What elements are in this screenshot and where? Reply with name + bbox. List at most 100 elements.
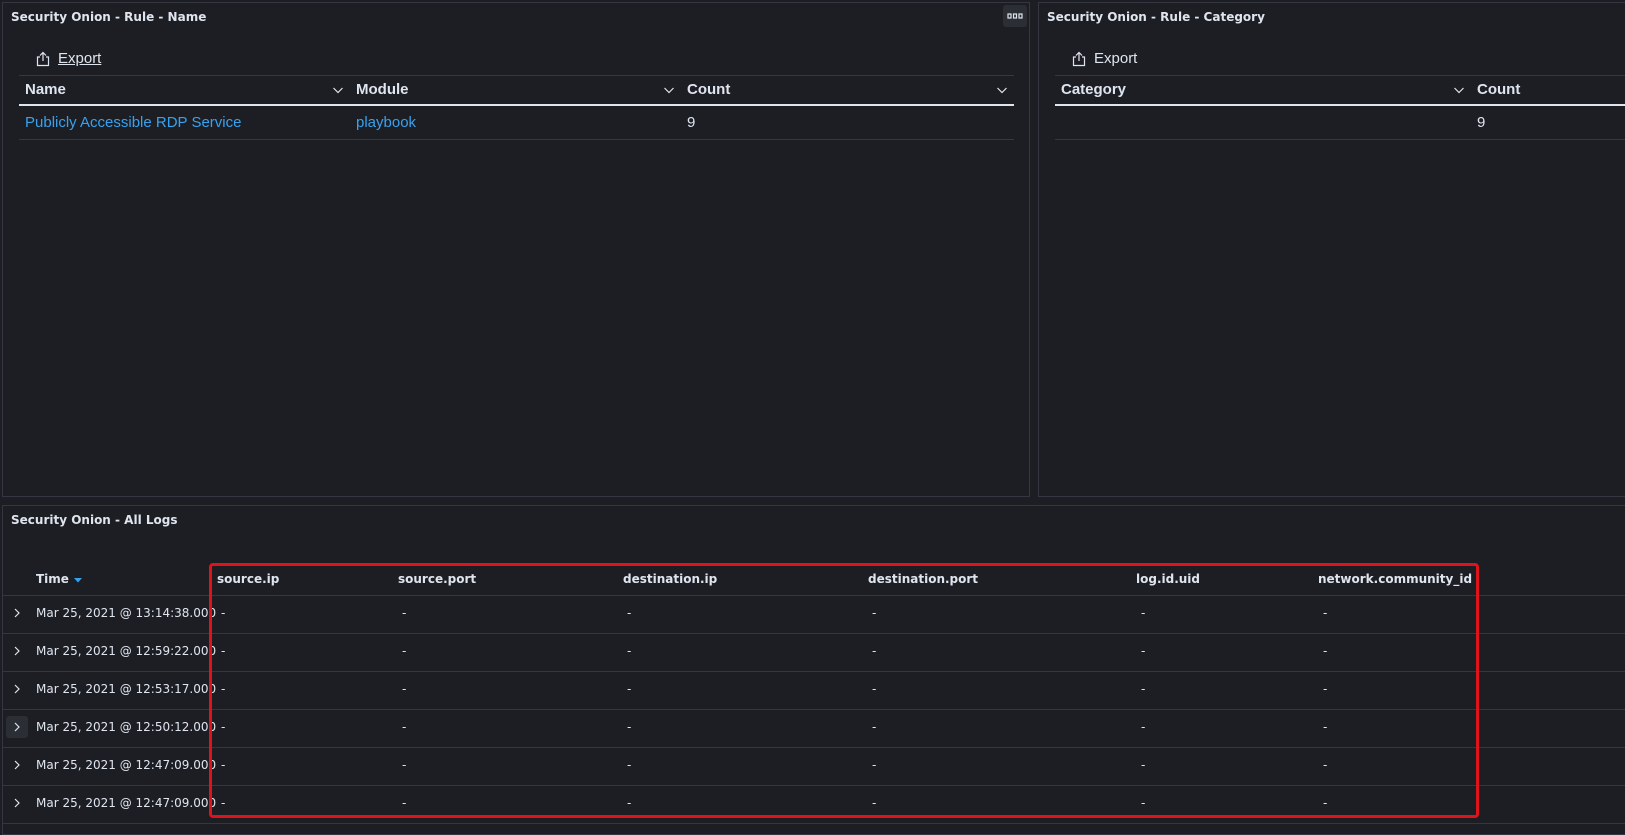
chevron-down-icon[interactable] bbox=[1453, 85, 1465, 95]
panel-options-button[interactable] bbox=[1003, 5, 1027, 27]
source-port-cell: - bbox=[402, 796, 407, 810]
chevron-down-icon[interactable] bbox=[996, 85, 1008, 95]
column-label: Category bbox=[1061, 81, 1127, 98]
column-header-network-community-id[interactable]: network.community_id bbox=[1318, 564, 1472, 595]
column-header-destination-ip[interactable]: destination.ip bbox=[623, 564, 717, 595]
column-header-source-port[interactable]: source.port bbox=[398, 564, 476, 595]
time-cell: Mar 25, 2021 @ 12:47:09.000 bbox=[36, 758, 217, 772]
log-id-uid-cell: - bbox=[1141, 758, 1146, 772]
destination-ip-cell: - bbox=[627, 682, 632, 696]
column-header-log-id-uid[interactable]: log.id.uid bbox=[1136, 564, 1200, 595]
chevron-right-icon bbox=[14, 798, 20, 808]
expand-row-button[interactable] bbox=[6, 678, 28, 700]
rule-category-panel: Security Onion - Rule - Category Export … bbox=[1038, 2, 1625, 497]
source-port-cell: - bbox=[402, 682, 407, 696]
log-id-uid-cell: - bbox=[1141, 682, 1146, 696]
column-header-destination-port[interactable]: destination.port bbox=[868, 564, 978, 595]
log-id-uid-cell: - bbox=[1141, 644, 1146, 658]
network-community-id-cell: - bbox=[1323, 796, 1328, 810]
table-row: Mar 25, 2021 @ 13:14:38.000 - - - - - - bbox=[3, 596, 1625, 634]
time-cell: Mar 25, 2021 @ 13:14:38.000 bbox=[36, 606, 217, 620]
expand-row-button[interactable] bbox=[6, 754, 28, 776]
source-ip-cell: - bbox=[221, 796, 226, 810]
time-cell: Mar 25, 2021 @ 12:53:17.000 bbox=[36, 682, 217, 696]
chevron-right-icon bbox=[14, 608, 20, 618]
column-header-module[interactable]: Module bbox=[350, 76, 681, 104]
network-community-id-cell: - bbox=[1323, 758, 1328, 772]
destination-port-cell: - bbox=[872, 606, 877, 620]
source-port-cell: - bbox=[402, 644, 407, 658]
rule-name-table: Name Module Count Publicly Accessible RD… bbox=[19, 75, 1014, 140]
export-button[interactable]: Export bbox=[35, 50, 101, 67]
network-community-id-cell: - bbox=[1323, 644, 1328, 658]
destination-ip-cell: - bbox=[627, 720, 632, 734]
time-cell: Mar 25, 2021 @ 12:50:12.000 bbox=[36, 720, 217, 734]
export-label: Export bbox=[1094, 50, 1138, 67]
table-row: Mar 25, 2021 @ 12:59:22.000 - - - - - - bbox=[3, 634, 1625, 672]
module-link[interactable]: playbook bbox=[350, 106, 416, 139]
export-button[interactable]: Export bbox=[1071, 50, 1137, 67]
source-ip-cell: - bbox=[221, 758, 226, 772]
share-upload-icon bbox=[36, 51, 50, 66]
chevron-down-icon[interactable] bbox=[663, 85, 675, 95]
chevron-right-icon bbox=[14, 684, 20, 694]
column-header-source-ip[interactable]: source.ip bbox=[217, 564, 279, 595]
table-row: Mar 25, 2021 @ 12:50:12.000 - - - - - - bbox=[3, 710, 1625, 748]
chevron-right-icon bbox=[14, 722, 20, 732]
count-value: 9 bbox=[1477, 114, 1486, 131]
source-ip-cell: - bbox=[221, 682, 226, 696]
column-label: Count bbox=[1477, 81, 1521, 98]
rule-name-link[interactable]: Publicly Accessible RDP Service bbox=[19, 106, 241, 139]
expand-row-button[interactable] bbox=[6, 792, 28, 814]
chevron-down-icon[interactable] bbox=[332, 85, 344, 95]
destination-port-cell: - bbox=[872, 644, 877, 658]
column-label: Module bbox=[356, 81, 409, 98]
destination-ip-cell: - bbox=[627, 644, 632, 658]
log-id-uid-cell: - bbox=[1141, 606, 1146, 620]
expand-row-button[interactable] bbox=[6, 716, 28, 738]
destination-port-cell: - bbox=[872, 682, 877, 696]
column-header-time[interactable]: Time bbox=[36, 564, 83, 595]
sort-descending-icon[interactable] bbox=[73, 576, 83, 584]
table-header: Category Count bbox=[1055, 75, 1625, 106]
network-community-id-cell: - bbox=[1323, 606, 1328, 620]
source-port-cell: - bbox=[402, 720, 407, 734]
network-community-id-cell: - bbox=[1323, 682, 1328, 696]
table-row: Mar 25, 2021 @ 12:53:17.000 - - - - - - bbox=[3, 672, 1625, 710]
destination-port-cell: - bbox=[872, 796, 877, 810]
panel-title: Security Onion - Rule - Name bbox=[11, 10, 207, 24]
all-logs-panel: Security Onion - All Logs Time source.ip… bbox=[2, 505, 1625, 835]
logs-table-header: Time source.ip source.port destination.i… bbox=[3, 564, 1625, 596]
time-cell: Mar 25, 2021 @ 12:47:09.000 bbox=[36, 796, 217, 810]
destination-ip-cell: - bbox=[627, 606, 632, 620]
table-header: Name Module Count bbox=[19, 75, 1014, 106]
log-id-uid-cell: - bbox=[1141, 796, 1146, 810]
source-port-cell: - bbox=[402, 606, 407, 620]
chevron-right-icon bbox=[14, 760, 20, 770]
rule-name-panel: Security Onion - Rule - Name Export Name… bbox=[2, 2, 1030, 497]
destination-port-cell: - bbox=[872, 720, 877, 734]
source-ip-cell: - bbox=[221, 606, 226, 620]
column-header-count[interactable]: Count bbox=[1471, 76, 1625, 104]
panel-title: Security Onion - All Logs bbox=[11, 513, 178, 527]
column-header-name[interactable]: Name bbox=[19, 76, 350, 104]
source-port-cell: - bbox=[402, 758, 407, 772]
share-upload-icon bbox=[1072, 51, 1086, 66]
destination-port-cell: - bbox=[872, 758, 877, 772]
column-header-category[interactable]: Category bbox=[1055, 76, 1471, 104]
source-ip-cell: - bbox=[221, 644, 226, 658]
count-value: 9 bbox=[687, 114, 696, 131]
column-header-count[interactable]: Count bbox=[681, 76, 1014, 104]
expand-row-button[interactable] bbox=[6, 640, 28, 662]
expand-row-button[interactable] bbox=[6, 602, 28, 624]
column-label: Name bbox=[25, 81, 66, 98]
column-label: Count bbox=[687, 81, 731, 98]
table-row: Publicly Accessible RDP Service playbook… bbox=[19, 106, 1014, 140]
export-label: Export bbox=[58, 50, 102, 67]
network-community-id-cell: - bbox=[1323, 720, 1328, 734]
log-id-uid-cell: - bbox=[1141, 720, 1146, 734]
rule-category-table: Category Count 9 bbox=[1055, 75, 1625, 140]
more-horizontal-icon bbox=[1007, 13, 1023, 19]
chevron-right-icon bbox=[14, 646, 20, 656]
panel-title: Security Onion - Rule - Category bbox=[1047, 10, 1265, 24]
